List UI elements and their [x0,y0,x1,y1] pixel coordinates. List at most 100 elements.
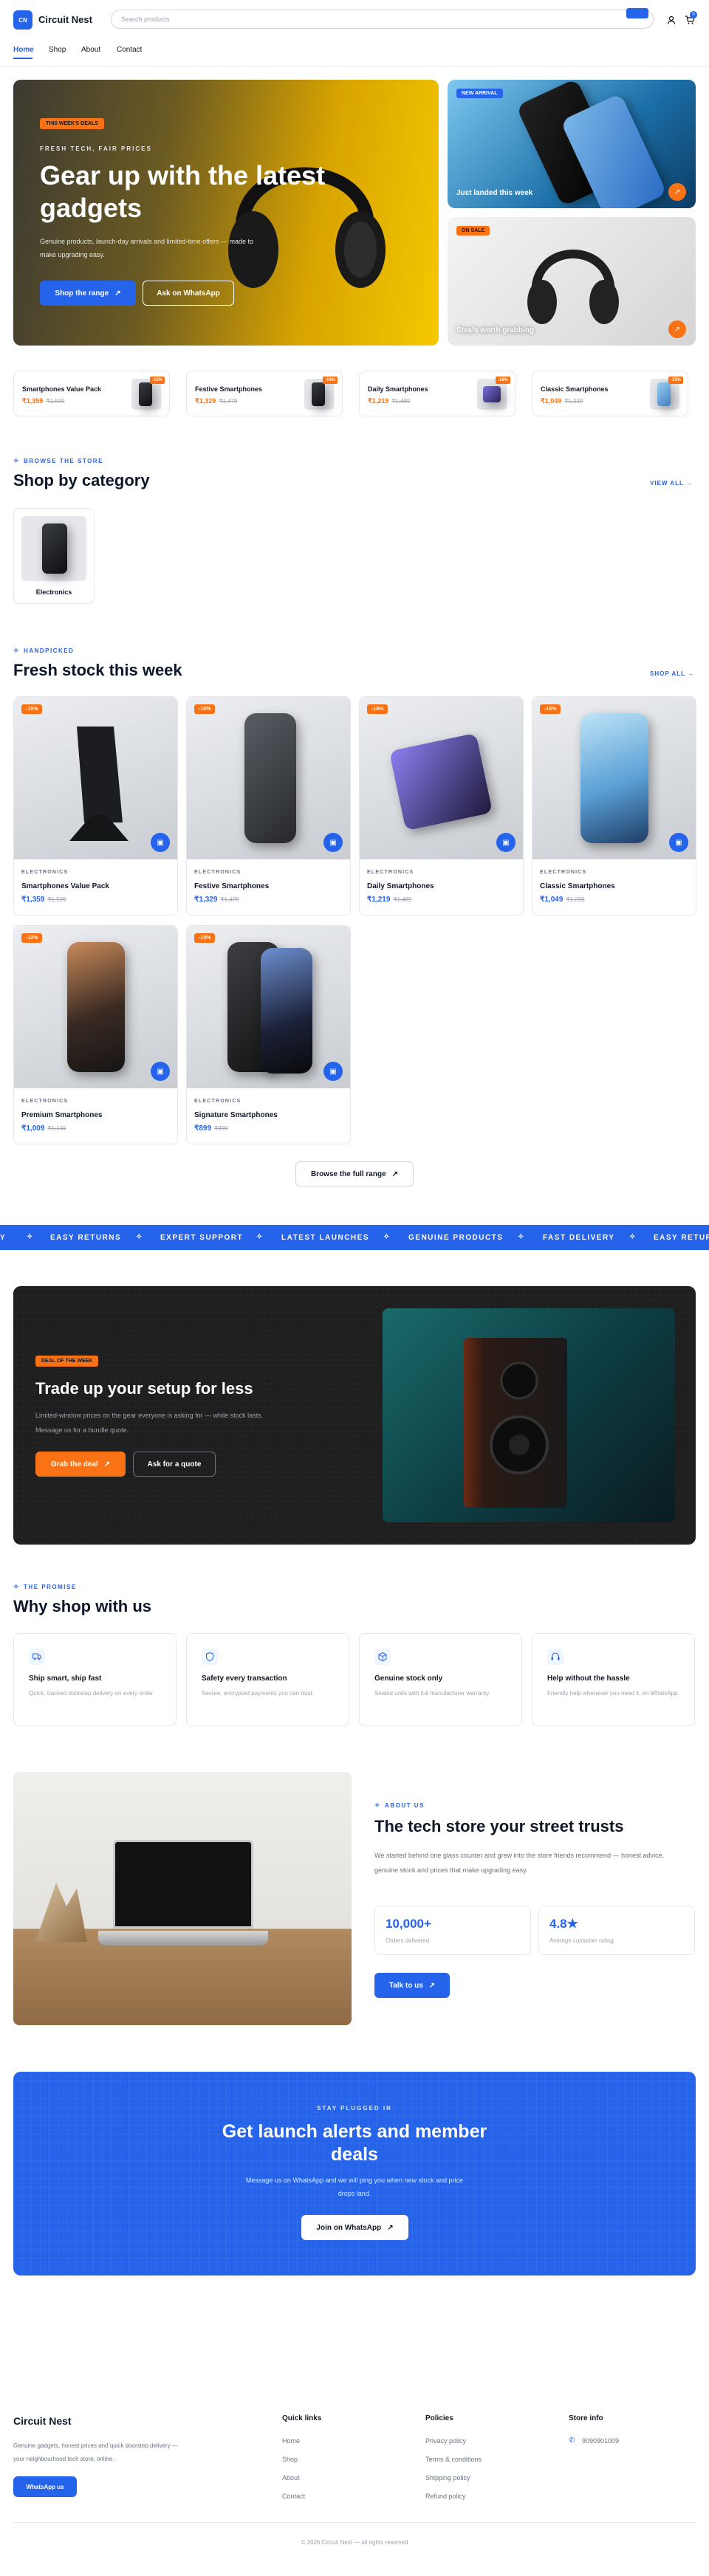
laptop-base [98,1931,268,1945]
search-button[interactable] [626,8,648,18]
add-to-cart-button[interactable]: ▣ [323,1062,343,1081]
nav-shop[interactable]: Shop [49,46,66,54]
nav-home[interactable]: Home [13,46,34,54]
add-to-cart-button[interactable]: ▣ [151,833,170,852]
mini-product-card[interactable]: Smartphones Value Pack ₹1,359 ₹1,599 -15% [13,371,170,416]
ticker-item: FAST DELIVERY [543,1234,615,1242]
phone-stand-illustration [55,712,136,852]
product-name: Smartphones Value Pack [21,882,109,890]
add-to-cart-button[interactable]: ▣ [496,833,516,852]
view-all-link[interactable]: VIEW ALL → [650,480,693,487]
newsletter-eyebrow: STAY PLUGGED IN [317,2105,392,2112]
product-category: ELECTRONICS [194,870,242,875]
footer-link-contact[interactable]: Contact [282,2493,305,2500]
talk-to-us-button[interactable]: Talk to us ↗ [374,1973,450,1998]
category-label: Electronics [35,588,72,596]
arrow-icon[interactable]: ↗ [668,183,686,201]
join-whatsapp-button[interactable]: Join on WhatsApp ↗ [301,2215,408,2240]
ask-whatsapp-button[interactable]: Ask on WhatsApp [143,281,234,306]
product-price: ₹1,219 ₹1,489 [367,896,412,904]
whatsapp-us-button[interactable]: WhatsApp us [13,2476,77,2497]
product-card[interactable]: -18% ▣ ELECTRONICS Daily Smartphones ₹1,… [359,696,524,916]
category-card-electronics[interactable]: Electronics [13,508,95,604]
add-to-cart-button[interactable]: ▣ [323,833,343,852]
discount-badge: -12% [21,933,43,943]
promise-card: Help without the hassle Friendly help wh… [532,1633,695,1726]
speaker-illustration [464,1338,567,1508]
product-card[interactable]: -10% ▣ ELECTRONICS Signature Smartphones… [186,925,351,1144]
promise-card: Genuine stock only Sealed units with ful… [359,1633,522,1726]
sparkle-icon: ✧ [13,647,21,654]
about-title: The tech store your street trusts [374,1817,624,1835]
nav-about[interactable]: About [81,46,100,54]
promise-card: Ship smart, ship fast Quick, tracked doo… [13,1633,177,1726]
stat-card: 4.8★ Average customer rating [538,1906,695,1955]
discount-badge: -15% [540,704,561,714]
search-input[interactable]: Search products [111,8,654,29]
footer-link-privacy[interactable]: Privacy policy [425,2437,466,2445]
shop-the-range-button[interactable]: Shop the range ↗ [40,281,136,306]
promo-on-sale[interactable]: ON SALE Steals worth grabbing ↗ [448,217,696,346]
decor-illustration [35,1883,87,1942]
ask-for-quote-button[interactable]: Ask for a quote [133,1452,216,1477]
product-name: Signature Smartphones [194,1111,278,1119]
product-card[interactable]: -15% ▣ ELECTRONICS Smartphones Value Pac… [13,696,178,916]
phone-illustration [244,713,296,843]
diamond-icon: ✧ [256,1233,264,1241]
stat-value: 10,000+ [386,1917,431,1931]
product-card[interactable]: -10% ▣ ELECTRONICS Festive Smartphones ₹… [186,696,351,916]
nav-home-underline [13,58,32,59]
arrow-up-right-icon: ↗ [391,1169,399,1178]
mini-product-price: ₹1,049 ₹1,239 [541,397,583,405]
shop-all-link[interactable]: SHOP ALL → [650,670,694,677]
ticker-strip: Y ✧ EASY RETURNS ✧ EXPERT SUPPORT ✧ LATE… [0,1225,709,1250]
footer-link-shipping[interactable]: Shipping policy [425,2474,470,2481]
product-price: ₹1,329 ₹1,479 [194,896,239,904]
footer-link-home[interactable]: Home [282,2437,300,2445]
mini-product-card[interactable]: Festive Smartphones ₹1,329 ₹1,479 -10% [186,371,343,416]
discount-badge: -10% [194,704,216,714]
brand-name[interactable]: Circuit Nest [38,14,92,25]
shopping-bag-icon: ▣ [157,1067,164,1076]
mini-product-card[interactable]: Classic Smartphones ₹1,049 ₹1,239 -15% [532,371,688,416]
product-category: ELECTRONICS [194,1099,242,1104]
footer-link-shop[interactable]: Shop [282,2456,298,2463]
arrow-icon[interactable]: ↗ [668,320,686,338]
product-category: ELECTRONICS [367,870,414,875]
diamond-icon: ✧ [136,1233,143,1241]
promise-card-title: Safety every transaction [202,1675,287,1683]
product-card[interactable]: -15% ▣ ELECTRONICS Classic Smartphones ₹… [532,696,696,916]
hero-badge-text: THIS WEEK'S DEALS [46,121,98,126]
promise-card: Safety every transaction Secure, encrypt… [186,1633,349,1726]
logo[interactable]: CN [13,10,32,30]
footer-link-about[interactable]: About [282,2474,300,2481]
talk-to-us-label: Talk to us [388,1981,423,1990]
foldable-phone-illustration [388,732,493,831]
footer-brand: Circuit Nest [13,2415,72,2427]
grab-the-deal-button[interactable]: Grab the deal ↗ [35,1452,126,1477]
promise-card-text: Secure, encrypted payments you can trust… [202,1690,315,1697]
sparkle-icon: ✧ [374,1802,382,1809]
footer-link-terms[interactable]: Terms & conditions [425,2456,482,2463]
add-to-cart-button[interactable]: ▣ [669,833,688,852]
cart-count: 0 [690,11,697,18]
discount-badge: -15% [21,704,43,714]
footer-link-refund[interactable]: Refund policy [425,2493,466,2500]
header: CN Circuit Nest Search products 0 Home S… [0,0,709,66]
shopping-bag-icon: ▣ [157,838,164,847]
store-phone[interactable]: 9090901009 [582,2437,619,2445]
ask-whatsapp-label: Ask on WhatsApp [157,289,220,298]
on-sale-badge: ON SALE [456,226,490,236]
ticker-item: LATEST LAUNCHES [281,1234,369,1242]
join-whatsapp-label: Join on WhatsApp [316,2223,382,2232]
mini-product-card[interactable]: Daily Smartphones ₹1,219 ₹1,489 -18% [359,371,516,416]
browse-full-range-button[interactable]: Browse the full range ↗ [295,1161,414,1186]
newsletter-text: Message us on WhatsApp and we will ping … [245,2177,464,2197]
promise-card-text: Friendly help whenever you need it, on W… [547,1690,679,1697]
grab-the-deal-label: Grab the deal [50,1460,98,1469]
add-to-cart-button[interactable]: ▣ [151,1062,170,1081]
product-card[interactable]: -12% ▣ ELECTRONICS Premium Smartphones ₹… [13,925,178,1144]
promo-new-arrival[interactable]: NEW ARRIVAL Just landed this week ↗ [448,80,696,208]
user-icon[interactable] [667,15,676,24]
nav-contact[interactable]: Contact [117,46,142,54]
